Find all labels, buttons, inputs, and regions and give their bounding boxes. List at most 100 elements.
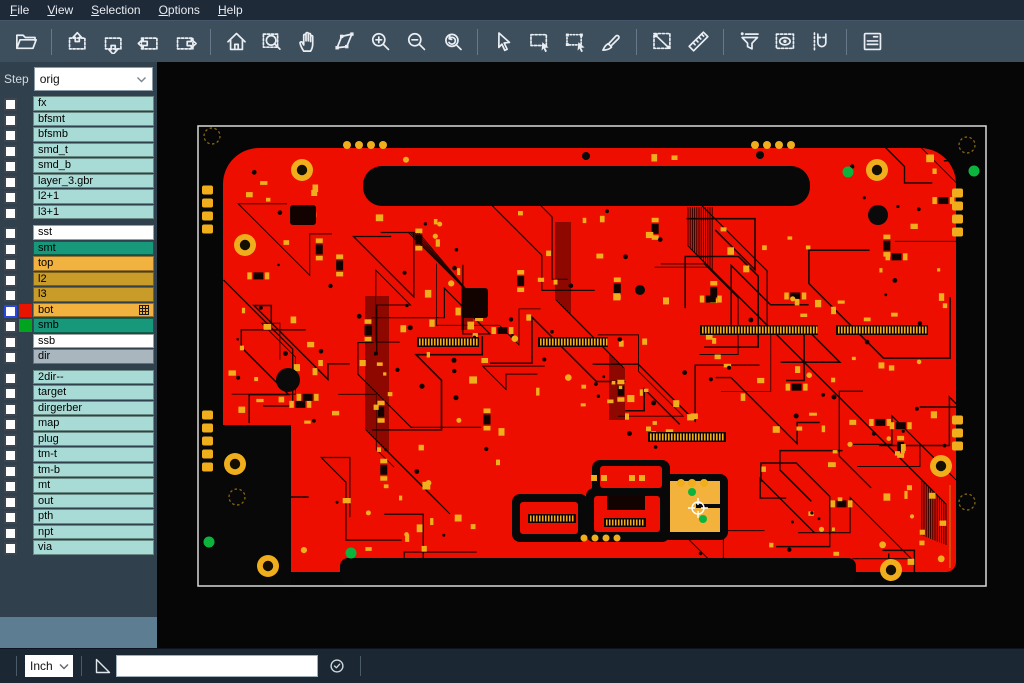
layer-name-l3+1[interactable]: l3+1 [33, 205, 154, 220]
layer-row-dirgerber: dirgerber [0, 401, 157, 417]
layer-checkbox-bfsmb[interactable] [4, 129, 17, 142]
layer-checkbox-2dir--[interactable] [4, 372, 17, 385]
menu-view[interactable]: View [41, 0, 79, 20]
toolbar-zoom-previous-button[interactable] [436, 26, 468, 58]
layer-name-mt[interactable]: mt [33, 478, 154, 493]
menu-options[interactable]: Options [153, 0, 206, 20]
layer-checkbox-smb[interactable] [4, 320, 17, 333]
layer-checkbox-smd_b[interactable] [4, 160, 17, 173]
toolbar-measure-polygon-button[interactable] [328, 26, 360, 58]
layer-checkbox-tm-t[interactable] [4, 449, 17, 462]
pcb-render[interactable] [157, 62, 1024, 648]
layer-color-swatch[interactable] [19, 304, 32, 317]
toolbar-pan-hand-button[interactable] [292, 26, 324, 58]
layer-checkbox-mt[interactable] [4, 480, 17, 493]
layer-checkbox-sst[interactable] [4, 227, 17, 240]
toolbar-zoom-out-button[interactable] [400, 26, 432, 58]
green-marker [969, 166, 980, 177]
layer-checkbox-fx[interactable] [4, 98, 17, 111]
layer-checkbox-dir[interactable] [4, 351, 17, 364]
toolbar-report-form-button[interactable] [856, 26, 888, 58]
layer-checkbox-top[interactable] [4, 258, 17, 271]
toolbar-zoom-in-button[interactable] [364, 26, 396, 58]
layer-name-dirgerber[interactable]: dirgerber [33, 401, 154, 416]
menu-file[interactable]: File [4, 0, 35, 20]
layer-name-out[interactable]: out [33, 494, 154, 509]
layer-name-ssb[interactable]: ssb [33, 334, 154, 349]
layer-checkbox-l3[interactable] [4, 289, 17, 302]
layer-checkbox-via[interactable] [4, 542, 17, 555]
layer-name-npt[interactable]: npt [33, 525, 154, 540]
layer-checkbox-bfsmt[interactable] [4, 114, 17, 127]
layer-checkbox-smd_t[interactable] [4, 145, 17, 158]
layer-checkbox-l2+1[interactable] [4, 191, 17, 204]
layer-name-l2+1[interactable]: l2+1 [33, 189, 154, 204]
sync-check-icon[interactable] [324, 653, 350, 679]
toolbar-move-down-button[interactable] [97, 26, 129, 58]
toolbar-home-button[interactable] [220, 26, 252, 58]
toolbar-ruler-button[interactable] [682, 26, 714, 58]
zoom-in-icon [368, 29, 393, 54]
layer-name-pth[interactable]: pth [33, 509, 154, 524]
toolbar-open-folder-button[interactable] [10, 26, 42, 58]
layer-name-2dir--[interactable]: 2dir-- [33, 370, 154, 385]
toolbar-move-right-button[interactable] [169, 26, 201, 58]
layer-name-sst[interactable]: sst [33, 225, 154, 240]
layer-checkbox-dirgerber[interactable] [4, 403, 17, 416]
layer-checkbox-layer_3.gbr[interactable] [4, 176, 17, 189]
layer-color-swatch[interactable] [19, 319, 32, 332]
layer-checkbox-plug[interactable] [4, 434, 17, 447]
layer-name-l2[interactable]: l2 [33, 272, 154, 287]
layer-name-tm-t[interactable]: tm-t [33, 447, 154, 462]
layer-name-l3[interactable]: l3 [33, 287, 154, 302]
layer-list: fxbfsmtbfsmbsmd_tsmd_blayer_3.gbrl2+1l3+… [0, 96, 157, 556]
unit-select[interactable]: Inch [25, 655, 73, 677]
toolbar-paint-brush-button[interactable] [595, 26, 627, 58]
layer-name-dir[interactable]: dir [33, 349, 154, 364]
toolbar-move-up-button[interactable] [61, 26, 93, 58]
layer-checkbox-npt[interactable] [4, 527, 17, 540]
corner-triangle-icon[interactable] [90, 653, 116, 679]
toolbar-line-measure-button[interactable] [646, 26, 678, 58]
command-input[interactable] [116, 655, 318, 677]
toolbar-select-cursor-button[interactable] [487, 26, 519, 58]
toolbar-rect-select-button[interactable] [523, 26, 555, 58]
layer-name-fx[interactable]: fx [33, 96, 154, 111]
layer-name-bot[interactable]: bot [33, 303, 154, 318]
layer-checkbox-out[interactable] [4, 496, 17, 509]
layer-checkbox-pth[interactable] [4, 511, 17, 524]
layer-name-plug[interactable]: plug [33, 432, 154, 447]
layer-checkbox-ssb[interactable] [4, 336, 17, 349]
layer-name-layer_3.gbr[interactable]: layer_3.gbr [33, 174, 154, 189]
layer-name-smd_b[interactable]: smd_b [33, 158, 154, 173]
layer-name-smd_t[interactable]: smd_t [33, 143, 154, 158]
toolbar-zoom-window-button[interactable] [256, 26, 288, 58]
layer-checkbox-l3+1[interactable] [4, 207, 17, 220]
layer-checkbox-l2[interactable] [4, 274, 17, 287]
menu-selection[interactable]: Selection [85, 0, 146, 20]
layer-row-plug: plug [0, 432, 157, 448]
layer-name-tm-b[interactable]: tm-b [33, 463, 154, 478]
divider [16, 656, 17, 676]
layer-name-bfsmt[interactable]: bfsmt [33, 112, 154, 127]
layer-name-target[interactable]: target [33, 385, 154, 400]
layer-name-smb[interactable]: smb [33, 318, 154, 333]
layer-checkbox-tm-b[interactable] [4, 465, 17, 478]
toolbar-group-select-button[interactable] [559, 26, 591, 58]
pcb-canvas-area[interactable] [157, 62, 1024, 648]
layer-name-top[interactable]: top [33, 256, 154, 271]
toolbar-snap-magnet-button[interactable] [805, 26, 837, 58]
toolbar-move-left-button[interactable] [133, 26, 165, 58]
layer-checkbox-target[interactable] [4, 387, 17, 400]
layer-name-smt[interactable]: smt [33, 241, 154, 256]
layer-checkbox-map[interactable] [4, 418, 17, 431]
layer-checkbox-smt[interactable] [4, 243, 17, 256]
step-select[interactable]: orig [34, 67, 153, 91]
menu-help[interactable]: Help [212, 0, 249, 20]
toolbar-filter-button[interactable] [733, 26, 765, 58]
layer-checkbox-bot[interactable] [4, 305, 17, 318]
toolbar-highlight-view-button[interactable] [769, 26, 801, 58]
layer-name-bfsmb[interactable]: bfsmb [33, 127, 154, 142]
layer-name-map[interactable]: map [33, 416, 154, 431]
layer-name-via[interactable]: via [33, 540, 154, 555]
